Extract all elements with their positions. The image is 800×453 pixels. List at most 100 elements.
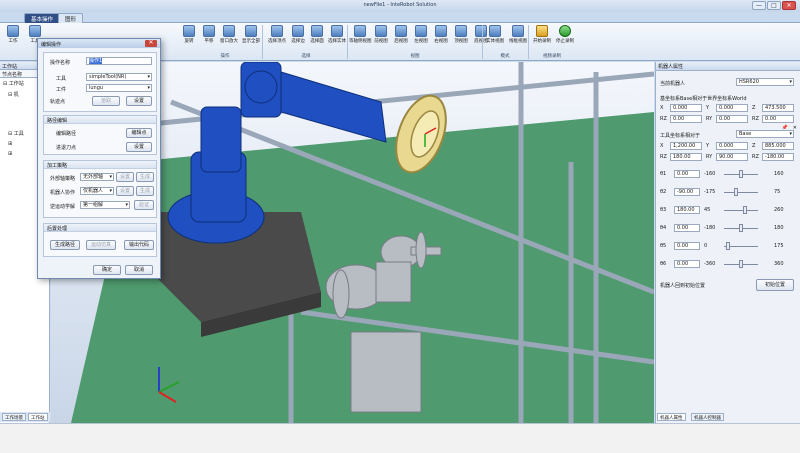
tab-work-scene[interactable]: 工作场景: [2, 413, 26, 421]
coordinate-input[interactable]: 473.500: [762, 104, 794, 112]
panel-title: 机器人属性 📌 ✕: [656, 62, 800, 131]
joint-value-input[interactable]: 0.00: [674, 170, 700, 178]
robot-motion-label: 机器人协作: [50, 190, 76, 196]
approach-label: 进退刀点: [56, 145, 77, 151]
tab-robot-controller[interactable]: 机器人控制器: [691, 413, 724, 421]
coordinate-input[interactable]: 0.00: [762, 115, 794, 123]
ribbon-button-wireframe-view[interactable]: 线框视图: [507, 25, 529, 51]
tab-robot-properties[interactable]: 机器人属性: [657, 413, 686, 421]
tool-frame-select[interactable]: Base: [736, 130, 794, 138]
left-view-icon: [415, 25, 427, 37]
ok-button[interactable]: 确定: [93, 265, 121, 275]
joint-slider[interactable]: [724, 170, 758, 178]
joint-slider[interactable]: [724, 224, 758, 232]
dialog-close-button[interactable]: ✕: [145, 40, 157, 47]
joint-value-input[interactable]: 0.00: [674, 260, 700, 268]
tab-workstation[interactable]: 工作站: [28, 413, 48, 421]
joint-max: 160: [774, 171, 784, 177]
joint-value-input[interactable]: 180.00: [674, 206, 700, 214]
slider-thumb[interactable]: [734, 188, 738, 196]
tab-graphics[interactable]: 图形: [58, 13, 84, 23]
back-view-icon: [395, 25, 407, 37]
group-label-operation: 操作: [220, 54, 230, 59]
home-label: 机器人回到初始位置: [660, 283, 706, 289]
ribbon-button-back-view[interactable]: 后视图: [390, 25, 412, 51]
ribbon-button-pan[interactable]: 平移: [198, 25, 220, 51]
approach-set-button[interactable]: 设置: [126, 142, 152, 152]
pick-button[interactable]: 拾取: [92, 96, 120, 106]
tool-select[interactable]: simpleTool(NR): [86, 73, 152, 81]
ribbon-button-front-view[interactable]: 前视图: [370, 25, 392, 51]
coordinate-input[interactable]: 0.000: [670, 104, 702, 112]
group-label-view: 视图: [410, 54, 420, 59]
status-bar: [0, 423, 800, 453]
ribbon-button-select-solid[interactable]: 选择实体: [326, 25, 348, 51]
joint-value-input[interactable]: 0.00: [674, 242, 700, 250]
cancel-button[interactable]: 取消: [125, 265, 153, 275]
ribbon-button-start-record[interactable]: 开始录制: [531, 25, 553, 51]
joint-min: -180: [704, 225, 716, 231]
slider-thumb[interactable]: [739, 224, 743, 232]
maximize-button[interactable]: □: [767, 1, 781, 10]
generate-path-button[interactable]: 生成路径: [50, 240, 80, 250]
ribbon-button-top-view[interactable]: 顶视图: [450, 25, 472, 51]
joint-slider[interactable]: [724, 206, 758, 214]
ribbon-button-solid-view[interactable]: 实体视图: [484, 25, 506, 51]
tab-basic-ops[interactable]: 基本操作: [24, 13, 61, 23]
ribbon-button-select-face[interactable]: 选择面: [306, 25, 328, 51]
close-window-button[interactable]: ✕: [782, 1, 796, 10]
section-title: 路径编辑: [44, 116, 156, 124]
coordinate-input[interactable]: 1,200.00: [670, 142, 702, 150]
tool-label: 工具: [56, 76, 67, 82]
ribbon-button-fit-all[interactable]: 显示全部: [240, 25, 262, 51]
coordinate-input[interactable]: 0.00: [716, 115, 748, 123]
ribbon-button-workstation[interactable]: 工作: [2, 25, 24, 51]
top-view-icon: [455, 25, 467, 37]
ext-gen-button[interactable]: 生成: [136, 172, 154, 182]
slider-thumb[interactable]: [726, 242, 730, 250]
coordinate-input[interactable]: 90.00: [716, 153, 748, 161]
slider-thumb[interactable]: [739, 260, 743, 268]
joint-value-input[interactable]: 0.00: [674, 224, 700, 232]
ribbon-button-right-view[interactable]: 右视图: [430, 25, 452, 51]
op-name-input[interactable]: 操作1: [86, 57, 152, 65]
joint-slider[interactable]: [724, 188, 758, 196]
ribbon-button-rotate[interactable]: 旋转: [178, 25, 200, 51]
output-code-button[interactable]: 输出代码: [124, 240, 154, 250]
joint-slider[interactable]: [724, 260, 758, 268]
simulate-button[interactable]: 运动仿真: [86, 240, 116, 250]
ribbon-button-zoom-window[interactable]: 窗口放大: [218, 25, 240, 51]
trail-label: 轨迹点: [50, 99, 66, 105]
slider-thumb[interactable]: [739, 170, 743, 178]
work-select[interactable]: lungu: [86, 84, 152, 92]
joint-value-input[interactable]: -90.00: [674, 188, 700, 196]
ik-verify-button[interactable]: 验证: [134, 200, 154, 210]
ribbon-button-select-vertex[interactable]: 选择顶点: [266, 25, 288, 51]
coordinate-input[interactable]: 0.000: [716, 104, 748, 112]
slider-thumb[interactable]: [743, 206, 747, 214]
set-button[interactable]: 设置: [126, 96, 152, 106]
joint-name: θ1: [660, 171, 667, 177]
joint-slider[interactable]: [724, 242, 758, 250]
robot-motion-select[interactable]: 仅机器人: [80, 187, 114, 195]
robot-select[interactable]: HSR620: [736, 78, 794, 86]
robot-motion-gen-button[interactable]: 生成: [136, 186, 154, 196]
ext-set-button[interactable]: 设置: [116, 172, 134, 182]
coordinate-input[interactable]: 885.000: [762, 142, 794, 150]
ribbon-button-left-view[interactable]: 左视图: [410, 25, 432, 51]
coordinate-input[interactable]: 0.00: [670, 115, 702, 123]
coordinate-input[interactable]: 180.00: [670, 153, 702, 161]
ribbon-button-stop-record[interactable]: 停止录制: [554, 25, 576, 51]
robot-motion-set-button[interactable]: 设置: [116, 186, 134, 196]
op-name-label: 操作名称: [50, 60, 71, 66]
group-label-mode: 模式: [500, 54, 510, 59]
edit-points-button[interactable]: 编辑点: [126, 128, 152, 138]
joint-min: -160: [704, 171, 716, 177]
ext-axis-select[interactable]: 无外部轴: [80, 173, 114, 181]
minimize-button[interactable]: —: [752, 1, 766, 10]
coordinate-input[interactable]: -180.00: [762, 153, 794, 161]
home-position-button[interactable]: 初始位置: [756, 279, 794, 291]
ik-select[interactable]: 第一组解: [80, 201, 130, 209]
ribbon-button-iso-view[interactable]: 等轴侧视图: [349, 25, 372, 51]
coordinate-input[interactable]: 0.000: [716, 142, 748, 150]
